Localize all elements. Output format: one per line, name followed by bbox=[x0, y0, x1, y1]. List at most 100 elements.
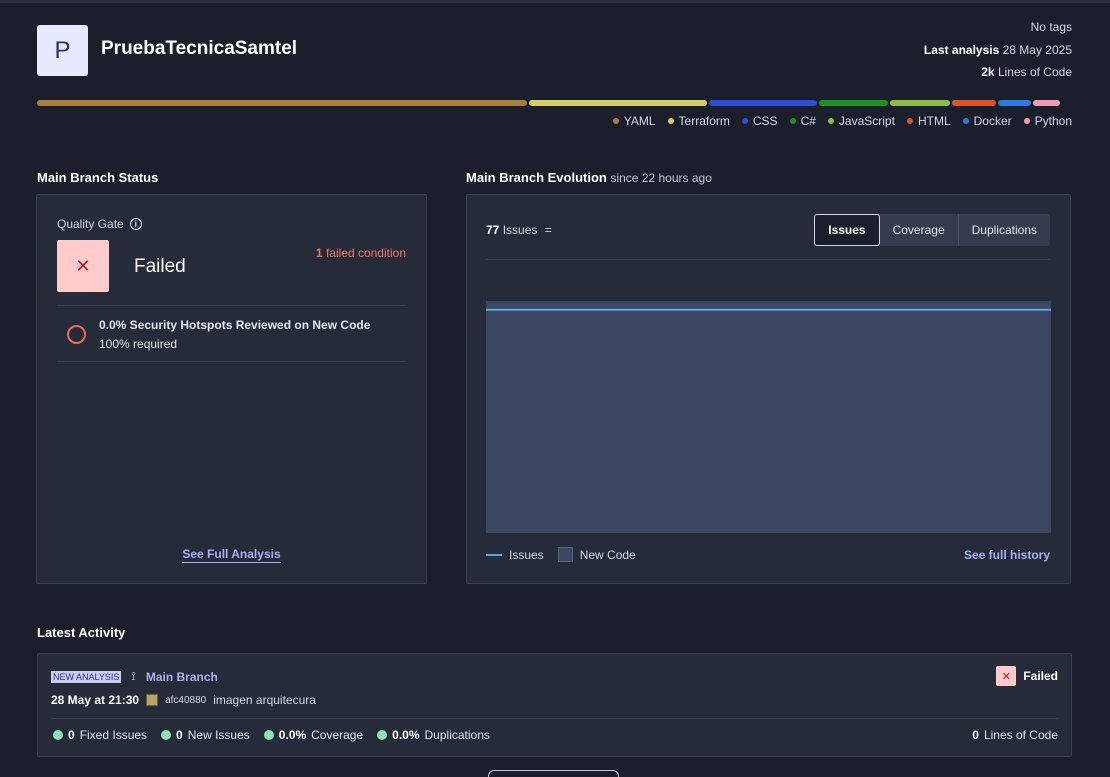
see-full-history-link[interactable]: See full history bbox=[964, 548, 1050, 562]
commit-avatar-icon bbox=[146, 694, 159, 706]
language-legend: YAML Terraform CSS C# JavaScript HTML Docker Py… bbox=[612, 114, 1072, 128]
stat-label: Coverage bbox=[311, 728, 364, 742]
new-code-swatch bbox=[557, 547, 573, 562]
legend-label: JavaScript bbox=[838, 114, 895, 128]
commit-hash[interactable]: afc40880 bbox=[165, 695, 206, 706]
failed-count: 1 bbox=[315, 246, 323, 260]
project-name: PruebaTecnicaSamtel bbox=[101, 38, 298, 59]
stat-duplications[interactable]: 0.0% Duplications bbox=[377, 728, 490, 742]
legend-label: CSS bbox=[752, 114, 778, 128]
legend-dot-icon bbox=[962, 118, 969, 124]
commit-message: imagen arquitecura bbox=[213, 693, 316, 707]
activity-stats: 0 Fixed Issues 0 New Issues 0.0% Coverage 0… bbox=[53, 728, 490, 742]
green-dot-icon bbox=[377, 730, 388, 740]
top-border bbox=[0, 0, 1110, 3]
green-dot-icon bbox=[53, 730, 63, 740]
language-segment-yaml bbox=[37, 100, 528, 106]
language-segment-css bbox=[708, 100, 817, 106]
legend-label: HTML bbox=[917, 114, 951, 128]
branch-icon: ⟟ bbox=[131, 669, 136, 683]
stat-value: 0.0% bbox=[392, 728, 420, 742]
legend-item-css: CSS bbox=[741, 114, 778, 128]
legend-item-terraform: Terraform bbox=[667, 114, 730, 128]
condition-status-icon bbox=[67, 325, 86, 344]
legend-dot-icon bbox=[789, 118, 796, 124]
lines-of-code: 2k Lines of Code bbox=[981, 65, 1072, 79]
issues-label: Issues bbox=[502, 223, 538, 237]
activity-commit-row: 28 May at 21:30 afc40880 imagen arquitec… bbox=[51, 693, 316, 707]
failed-icon: ✕ bbox=[57, 240, 109, 292]
legend-dot-icon bbox=[741, 118, 748, 124]
legend-item-c: C# bbox=[789, 114, 816, 128]
stat-coverage[interactable]: 0.0% Coverage bbox=[263, 728, 364, 742]
stat-new-issues[interactable]: 0 New Issues bbox=[161, 728, 250, 742]
evolution-chart bbox=[486, 301, 1051, 533]
quality-gate-result: Failed bbox=[134, 256, 186, 277]
load-more-button[interactable] bbox=[488, 770, 619, 777]
language-segment-c bbox=[818, 100, 889, 106]
legend-dot-icon bbox=[827, 118, 834, 124]
language-segment-docker bbox=[998, 100, 1032, 106]
activity-header: NEW ANALYSIS ⟟ Main Branch bbox=[51, 669, 218, 684]
evolution-since: since 22 hours ago bbox=[610, 171, 712, 185]
legend-item-python: Python bbox=[1023, 114, 1072, 128]
last-analysis-date: 28 May 2025 bbox=[1002, 43, 1072, 57]
quality-gate-card: Quality Gate i ✕ Failed 1 failed conditi… bbox=[36, 194, 427, 584]
stat-label: Duplications bbox=[424, 728, 490, 742]
activity-loc-value: 0 bbox=[972, 728, 979, 742]
failed-status-icon: ✕ bbox=[996, 666, 1017, 686]
legend-label: YAML bbox=[623, 114, 656, 128]
project-avatar: P bbox=[37, 25, 88, 76]
issues-summary: 77 Issues = bbox=[486, 223, 552, 237]
avatar-letter: P bbox=[54, 36, 71, 64]
stat-value: 0.0% bbox=[278, 728, 307, 742]
legend-label: C# bbox=[800, 114, 816, 128]
quality-gate-label: Quality Gate i bbox=[57, 217, 142, 231]
legend-item-html: HTML bbox=[906, 114, 951, 128]
tab-duplications[interactable]: Duplications bbox=[957, 214, 1050, 246]
issues-line-swatch bbox=[486, 553, 502, 556]
legend-new-code: New Code bbox=[557, 547, 636, 562]
loc-value: 2k bbox=[981, 65, 995, 79]
green-dot-icon bbox=[161, 730, 172, 740]
status-section-title: Main Branch Status bbox=[37, 170, 159, 185]
project-tags[interactable]: No tags bbox=[1031, 20, 1072, 34]
issues-equal-icon: = bbox=[544, 223, 552, 237]
branch-link[interactable]: Main Branch bbox=[146, 670, 218, 684]
language-segment-terraform bbox=[529, 100, 707, 106]
tab-issues[interactable]: Issues bbox=[814, 214, 880, 246]
loc-label: Lines of Code bbox=[997, 65, 1072, 79]
evolution-section-title: Main Branch Evolution since 22 hours ago bbox=[466, 170, 712, 185]
tab-coverage[interactable]: Coverage bbox=[880, 214, 958, 246]
see-full-analysis-link[interactable]: See Full Analysis bbox=[182, 547, 281, 563]
stat-value: 0 bbox=[68, 728, 75, 742]
metric-tabs: Issues Coverage Duplications bbox=[814, 214, 1050, 246]
chart-legend: Issues New Code bbox=[486, 547, 636, 562]
activity-status-label: Failed bbox=[1023, 669, 1058, 683]
legend-item-docker: Docker bbox=[962, 114, 1012, 128]
legend-item-yaml: YAML bbox=[612, 114, 656, 128]
condition-title: 0.0% Security Hotspots Reviewed on New C… bbox=[99, 318, 371, 332]
quality-gate-text: Quality Gate bbox=[57, 217, 124, 231]
legend-new-code-label: New Code bbox=[579, 547, 636, 562]
info-icon[interactable]: i bbox=[129, 218, 142, 230]
condition-requirement: 100% required bbox=[99, 337, 178, 351]
language-segment-html bbox=[951, 100, 997, 106]
legend-issues-label: Issues bbox=[509, 547, 544, 562]
language-segment-python bbox=[1033, 100, 1060, 106]
failed-condition-row[interactable]: 0.0% Security Hotspots Reviewed on New C… bbox=[57, 305, 406, 362]
stat-value: 0 bbox=[176, 728, 183, 742]
activity-divider bbox=[51, 718, 1058, 719]
legend-dot-icon bbox=[906, 118, 913, 124]
failed-conditions-count: 1 failed condition bbox=[316, 246, 406, 260]
activity-card: NEW ANALYSIS ⟟ Main Branch ✕ Failed 28 M… bbox=[37, 653, 1072, 757]
language-distribution-bar bbox=[37, 100, 1072, 106]
evolution-title: Main Branch Evolution bbox=[466, 170, 607, 185]
legend-dot-icon bbox=[667, 118, 674, 124]
green-dot-icon bbox=[263, 730, 274, 740]
activity-datetime: 28 May at 21:30 bbox=[51, 693, 140, 707]
stat-label: Fixed Issues bbox=[79, 728, 148, 742]
stat-fixed-issues[interactable]: 0 Fixed Issues bbox=[53, 728, 147, 742]
legend-label: Terraform bbox=[678, 114, 730, 128]
new-code-period-area bbox=[486, 301, 1051, 533]
